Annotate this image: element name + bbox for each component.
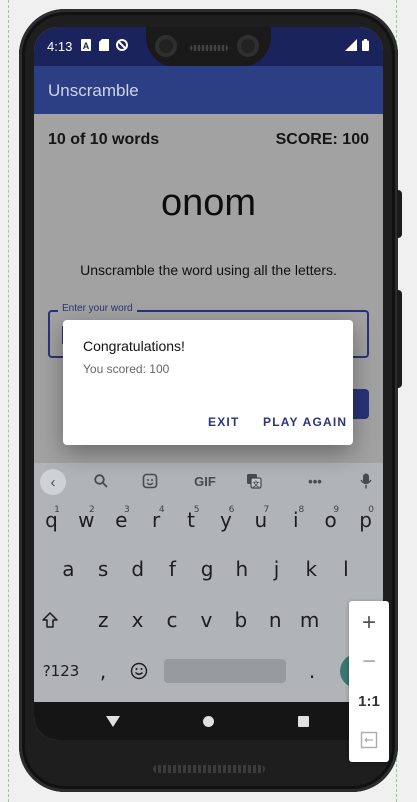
emulator-zoom-controls: + − 1:1	[349, 601, 389, 762]
dialog-title: Congratulations!	[83, 338, 185, 354]
dialog-message: You scored: 100	[83, 362, 170, 376]
actual-size-button[interactable]: 1:1	[349, 683, 389, 719]
congratulations-dialog: Congratulations! You scored: 100 EXIT PL…	[63, 320, 353, 445]
signal-icon	[345, 39, 357, 51]
sd-card-icon	[99, 39, 109, 51]
layout-guide	[8, 0, 9, 802]
power-button	[397, 190, 402, 238]
notification-a-icon: A	[81, 39, 91, 51]
earpiece-speaker	[190, 45, 228, 51]
exit-button[interactable]: EXIT	[208, 415, 239, 429]
status-time: 4:13	[47, 39, 73, 54]
volume-button	[397, 290, 402, 388]
device-screen: 4:13 A Unscramble 10 of 10 words SCORE: …	[34, 27, 383, 740]
bottom-speaker	[153, 765, 265, 773]
app-title: Unscramble	[48, 81, 139, 100]
svg-text:A: A	[83, 41, 90, 51]
front-camera-icon	[155, 35, 177, 57]
play-again-button[interactable]: PLAY AGAIN	[263, 415, 347, 429]
fit-screen-icon[interactable]	[349, 722, 389, 758]
nav-home-icon[interactable]	[203, 716, 214, 727]
zoom-out-button[interactable]: −	[349, 644, 389, 680]
sync-icon	[116, 39, 128, 51]
nav-back-icon[interactable]	[106, 716, 120, 727]
zoom-in-button[interactable]: +	[349, 605, 389, 641]
nav-recents-icon[interactable]	[298, 716, 309, 727]
camera-notch	[146, 27, 271, 67]
battery-icon	[362, 39, 369, 51]
app-bar: Unscramble	[34, 66, 383, 114]
front-sensor-icon	[237, 35, 259, 57]
system-nav-bar	[34, 702, 383, 740]
